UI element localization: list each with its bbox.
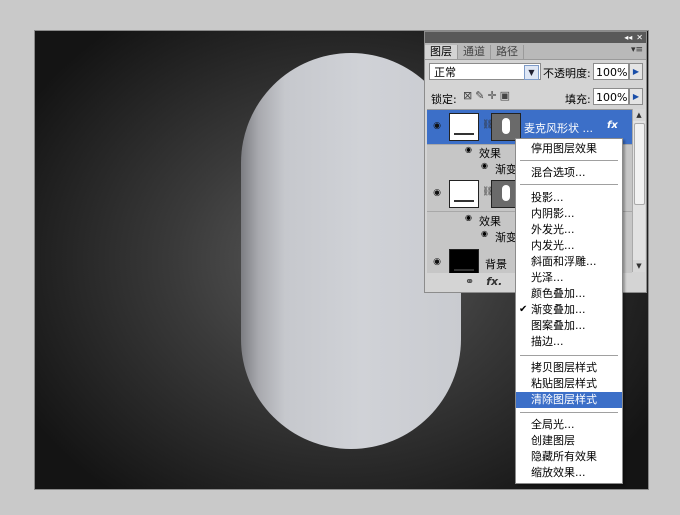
collapse-icon[interactable]: ◂◂: [624, 33, 632, 42]
menu-separator: [520, 355, 618, 356]
tab-layers[interactable]: 图层: [425, 45, 458, 59]
layer-name[interactable]: 麦克风形状 ...: [524, 120, 593, 136]
layers-scrollbar[interactable]: ▲ ▼: [632, 109, 645, 272]
scroll-up-icon[interactable]: ▲: [633, 109, 645, 121]
scroll-down-icon[interactable]: ▼: [633, 260, 645, 272]
effect-label: 渐变: [495, 163, 517, 176]
menu-item-satin[interactable]: 光泽...: [516, 270, 622, 286]
menu-item-inner-glow[interactable]: 内发光...: [516, 238, 622, 254]
fill-arrow-button[interactable]: ▶: [629, 88, 643, 105]
menu-item-paste-style[interactable]: 粘贴图层样式: [516, 376, 622, 392]
menu-item-bevel-emboss[interactable]: 斜面和浮雕...: [516, 254, 622, 270]
opacity-label: 不透明度:: [543, 67, 591, 80]
vector-mask-thumbnail[interactable]: [491, 113, 521, 141]
panel-bottom-toolbar: ⚭ fx.: [465, 275, 502, 288]
tab-paths[interactable]: 路径: [491, 45, 524, 59]
menu-item-outer-glow[interactable]: 外发光...: [516, 222, 622, 238]
eye-icon[interactable]: ◉: [481, 161, 488, 170]
effect-label: 渐变: [495, 231, 517, 244]
menu-item-scale-effects[interactable]: 缩放效果...: [516, 465, 622, 481]
eye-icon[interactable]: ◉: [481, 229, 488, 238]
blend-mode-value: 正常: [434, 66, 456, 79]
menu-item-global-light[interactable]: 全局光...: [516, 417, 622, 433]
eye-icon[interactable]: ◉: [430, 186, 444, 200]
lock-move-icon[interactable]: ✛: [487, 89, 496, 102]
fx-icon[interactable]: fx: [607, 120, 618, 131]
panel-titlebar: ◂◂ ✕: [425, 32, 646, 43]
lock-transparency-icon[interactable]: ⊠: [463, 89, 472, 102]
menu-item-color-overlay[interactable]: 颜色叠加...: [516, 286, 622, 302]
menu-separator: [520, 184, 618, 185]
effects-label: 效果: [479, 147, 501, 160]
close-icon[interactable]: ✕: [636, 33, 643, 42]
menu-item-copy-style[interactable]: 拷贝图层样式: [516, 360, 622, 376]
eye-icon[interactable]: ◉: [465, 145, 472, 154]
tab-channels[interactable]: 通道: [458, 45, 491, 59]
eye-icon[interactable]: ◉: [430, 255, 444, 269]
link-layers-icon[interactable]: ⚭: [465, 275, 474, 288]
panel-menu-icon[interactable]: ▾≡: [631, 45, 643, 55]
chevron-down-icon[interactable]: ▼: [524, 65, 539, 80]
menu-item-stroke[interactable]: 描边...: [516, 334, 622, 350]
menu-item-inner-shadow[interactable]: 内阴影...: [516, 206, 622, 222]
menu-item-label: 渐变叠加...: [531, 303, 586, 316]
layer-thumbnail: [449, 249, 479, 273]
eye-icon[interactable]: ◉: [430, 119, 444, 133]
menu-item-blending-options[interactable]: 混合选项...: [516, 165, 622, 181]
lock-brush-icon[interactable]: ✎: [475, 89, 484, 102]
layer-style-context-menu: 停用图层效果 混合选项... 投影... 内阴影... 外发光... 内发光..…: [515, 138, 623, 484]
menu-separator: [520, 160, 618, 161]
blend-mode-select[interactable]: 正常 ▼: [429, 63, 541, 80]
fill-input[interactable]: 100%: [593, 88, 629, 105]
lock-all-icon[interactable]: ▣: [500, 89, 510, 102]
opacity-arrow-button[interactable]: ▶: [629, 63, 643, 80]
panel-tabs: 图层 通道 路径 ▾≡: [425, 43, 646, 60]
menu-separator: [520, 412, 618, 413]
menu-item-clear-style[interactable]: 清除图层样式: [516, 392, 622, 408]
checkmark-icon: ✔: [519, 304, 528, 315]
layer-thumbnail: [449, 180, 479, 208]
add-style-icon[interactable]: fx.: [486, 275, 502, 288]
opacity-input[interactable]: 100%: [593, 63, 629, 80]
menu-item-gradient-overlay[interactable]: ✔ 渐变叠加...: [516, 302, 622, 318]
lock-label: 锁定:: [431, 93, 457, 106]
menu-item-create-layer[interactable]: 创建图层: [516, 433, 622, 449]
layer-thumbnail: [449, 113, 479, 141]
effects-label: 效果: [479, 215, 501, 228]
scroll-thumb[interactable]: [634, 123, 645, 205]
layer-name[interactable]: 背景: [485, 256, 507, 272]
menu-item-pattern-overlay[interactable]: 图案叠加...: [516, 318, 622, 334]
menu-item-disable-effects[interactable]: 停用图层效果: [516, 141, 622, 157]
menu-item-drop-shadow[interactable]: 投影...: [516, 190, 622, 206]
menu-item-hide-all-effects[interactable]: 隐藏所有效果: [516, 449, 622, 465]
fill-label: 填充:: [565, 93, 591, 106]
eye-icon[interactable]: ◉: [465, 213, 472, 222]
